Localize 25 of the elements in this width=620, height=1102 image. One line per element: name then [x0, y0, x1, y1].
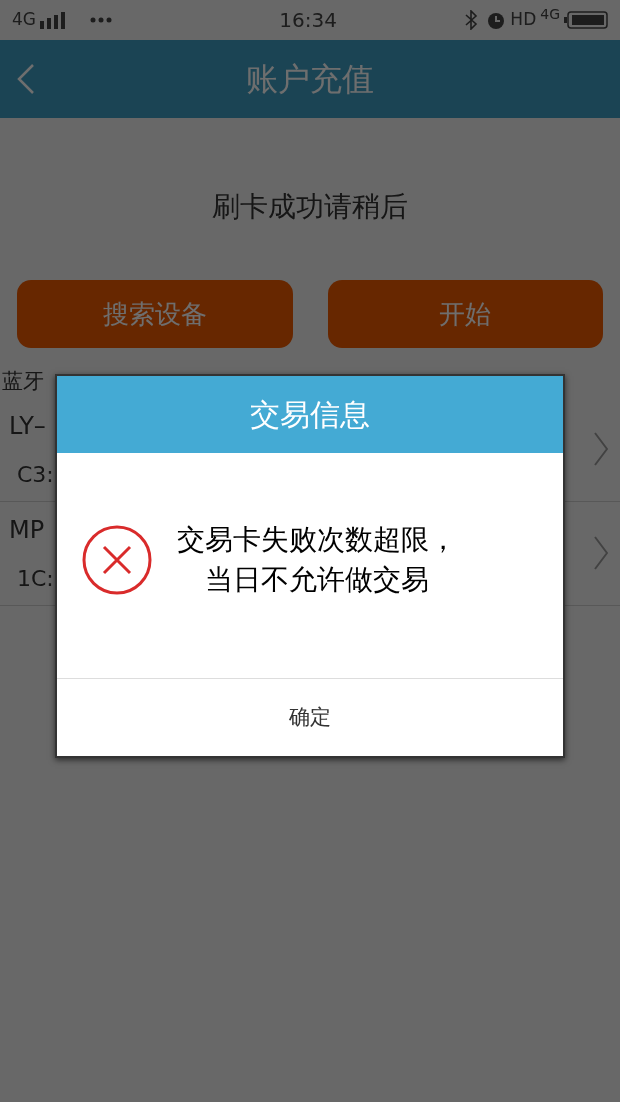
battery-icon	[564, 10, 608, 30]
action-button[interactable]: 开始	[327, 280, 603, 348]
alarm-icon	[486, 10, 507, 30]
network-label: 4G	[540, 5, 560, 24]
dialog-message: 当日不允许做交易	[205, 561, 429, 598]
dialog-title: 交易信息	[250, 396, 370, 434]
device-address: 1C:	[16, 564, 54, 593]
confirm-button[interactable]: 确定	[57, 678, 563, 756]
device-name: MP	[8, 514, 45, 546]
bluetooth-icon	[464, 10, 479, 30]
clock: 16:34	[279, 7, 337, 34]
more-icon	[90, 17, 112, 23]
dialog-message: 交易卡失败次数超限，	[177, 521, 457, 558]
back-icon[interactable]	[16, 63, 36, 95]
page-title: 账户充值	[246, 59, 374, 100]
status-message: 刷卡成功请稍后	[212, 189, 408, 225]
hd-label: HD	[510, 8, 537, 32]
device-address: C3:	[16, 460, 54, 489]
action-button[interactable]: 搜索设备	[17, 280, 293, 348]
device-name: LY–	[8, 410, 46, 442]
chevron-icon	[594, 432, 608, 466]
error-icon	[82, 524, 152, 595]
section-label: 蓝牙	[1, 369, 44, 393]
chevron-icon	[594, 536, 608, 570]
network-label: 4G	[12, 8, 36, 32]
